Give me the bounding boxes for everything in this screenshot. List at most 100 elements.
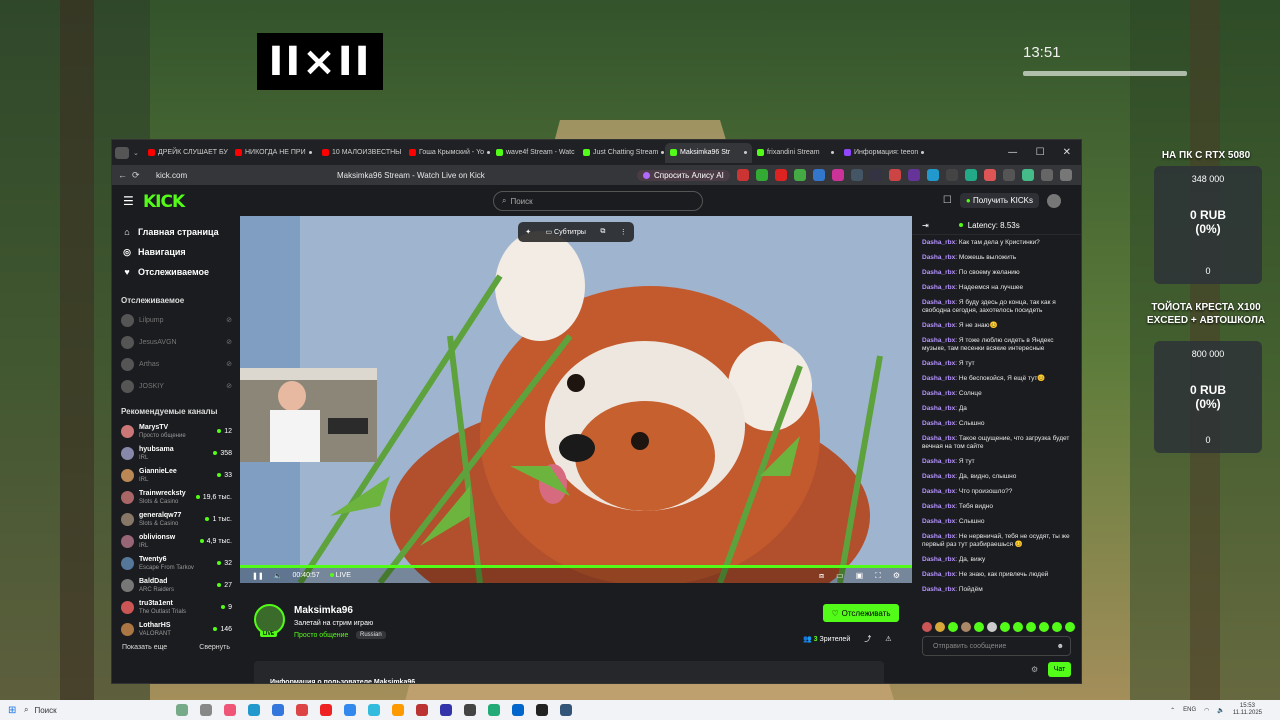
fullscreen-icon[interactable]: ⛶ (875, 571, 881, 581)
chat-username[interactable]: Dasha_rbx (922, 390, 955, 397)
windows-start-icon[interactable]: ⊞ (8, 705, 16, 716)
app-icon[interactable] (560, 704, 572, 716)
chat-username[interactable]: Dasha_rbx (922, 360, 955, 367)
browser-tab[interactable]: Maksimka96 Str (665, 142, 752, 163)
app-icon[interactable] (248, 704, 260, 716)
extension-icon[interactable] (1003, 169, 1015, 181)
browser-tab[interactable]: wave4f Stream - Watc (491, 143, 578, 163)
url-field[interactable]: kick.com (156, 171, 187, 180)
following-item[interactable]: JOSKIY ⊘ (112, 375, 240, 397)
chat-input[interactable]: Отправить сообщение ☻ (922, 636, 1071, 656)
chat-username[interactable]: Dasha_rbx (922, 473, 955, 480)
chat-username[interactable]: Dasha_rbx (922, 405, 955, 412)
chat-username[interactable]: Dasha_rbx (922, 299, 955, 306)
tab-close-icon[interactable] (921, 151, 925, 154)
app-icon[interactable] (344, 704, 356, 716)
emote-icon[interactable] (1013, 622, 1023, 632)
tab-close-icon[interactable] (744, 151, 747, 154)
browser-tab[interactable]: Гоша Крымский - Yo (404, 143, 491, 163)
chat-settings-icon[interactable]: ⚙ (1031, 665, 1038, 674)
tab-close-icon[interactable] (831, 151, 834, 154)
following-item[interactable]: Arthas ⊘ (112, 353, 240, 375)
chat-username[interactable]: Dasha_rbx (922, 435, 955, 442)
chat-username[interactable]: Dasha_rbx (922, 420, 955, 427)
extension-icon[interactable] (1060, 169, 1072, 181)
app-icon[interactable] (296, 704, 308, 716)
recommended-channel[interactable]: Trainwrecksty Slots & Casino 19,6 тыс. (112, 486, 240, 508)
emote-icon[interactable] (987, 622, 997, 632)
chat-username[interactable]: Dasha_rbx (922, 488, 955, 495)
share-icon[interactable]: ⤴ (864, 634, 871, 644)
browser-tab[interactable]: frixandini Stream (752, 143, 839, 163)
emote-icon[interactable] (1000, 622, 1010, 632)
chat-icon[interactable]: ☐ (943, 195, 952, 206)
chat-username[interactable]: Dasha_rbx (922, 322, 955, 329)
chat-username[interactable]: Dasha_rbx (922, 571, 955, 578)
recommended-channel[interactable]: Twenty6 Escape From Tarkov 32 (112, 552, 240, 574)
app-icon[interactable] (176, 704, 188, 716)
following-item[interactable]: JesusAVGN ⊘ (112, 331, 240, 353)
wifi-icon[interactable]: ◠ (1204, 707, 1209, 714)
extension-icon[interactable] (775, 169, 787, 181)
settings-icon[interactable]: ✦ (525, 228, 531, 236)
recommended-channel[interactable]: generalqw77 Slots & Casino 1 тыс. (112, 508, 240, 530)
settings-gear-icon[interactable]: ⚙ (893, 571, 900, 581)
chat-username[interactable]: Dasha_rbx (922, 533, 955, 540)
recommended-channel[interactable]: oblivionsw IRL 4,9 тыс. (112, 530, 240, 552)
tab-close-icon[interactable] (661, 151, 665, 154)
back-icon[interactable]: ← (118, 170, 132, 180)
recommended-channel[interactable]: MarysTV Просто общение 12 (112, 420, 240, 442)
app-icon[interactable] (416, 704, 428, 716)
alice-button[interactable]: Спросить Алису AI (637, 169, 730, 181)
pause-icon[interactable]: ❚❚ (252, 572, 264, 580)
emote-icon[interactable] (961, 622, 971, 632)
emote-icon[interactable] (935, 622, 945, 632)
extension-icon[interactable] (756, 169, 768, 181)
close-icon[interactable]: ✕ (1063, 147, 1071, 158)
chat-username[interactable]: Dasha_rbx (922, 503, 955, 510)
following-item[interactable]: Lilpump ⊘ (112, 309, 240, 331)
extension-icon[interactable] (1041, 169, 1053, 181)
chat-username[interactable]: Dasha_rbx (922, 518, 955, 525)
tab-close-icon[interactable] (487, 151, 491, 154)
emote-icon[interactable] (1065, 622, 1075, 632)
stream-category[interactable]: Просто общение (294, 632, 348, 639)
app-icon[interactable] (488, 704, 500, 716)
language-tag[interactable]: Russian (356, 631, 386, 639)
extension-icon[interactable] (984, 169, 996, 181)
recommended-channel[interactable]: GiannieLee IRL 33 (112, 464, 240, 486)
chevron-down-icon[interactable]: ⌄ (133, 149, 139, 157)
emote-icon[interactable] (1039, 622, 1049, 632)
app-icon[interactable] (224, 704, 236, 716)
chat-username[interactable]: Dasha_rbx (922, 239, 955, 246)
chat-username[interactable]: Dasha_rbx (922, 254, 955, 261)
search-input[interactable]: ⌕ Поиск (493, 191, 703, 211)
nav-following[interactable]: ♥ Отслеживаемое (112, 262, 240, 282)
streamer-name[interactable]: Maksimka96 (294, 605, 353, 616)
extension-icon[interactable] (965, 169, 977, 181)
minimize-icon[interactable]: — (1008, 147, 1018, 158)
taskbar-search[interactable]: ⌕ Поиск (24, 702, 146, 718)
extension-icon[interactable] (870, 169, 882, 181)
tab-close-icon[interactable] (309, 151, 312, 154)
about-section[interactable]: Информация о пользователе Maksimka96 (254, 661, 884, 683)
extension-icon[interactable] (794, 169, 806, 181)
collapse-button[interactable]: Свернуть (199, 644, 230, 651)
extension-icon[interactable] (832, 169, 844, 181)
language-indicator[interactable]: ENG (1183, 707, 1196, 713)
app-icon[interactable] (200, 704, 212, 716)
extension-icon[interactable] (813, 169, 825, 181)
emoji-icon[interactable]: ☻ (1057, 643, 1064, 650)
taskbar-clock[interactable]: 15:53 11.11.2025 (1233, 703, 1262, 717)
browser-menu-icon[interactable] (115, 146, 129, 159)
extension-icon[interactable] (946, 169, 958, 181)
follow-button[interactable]: ♡ Отслеживать (823, 604, 899, 622)
clip-icon[interactable]: ⧈ (819, 571, 824, 581)
emote-icon[interactable] (922, 622, 932, 632)
recommended-channel[interactable]: LotharHS VALORANT 146 (112, 618, 240, 640)
subtitles-button[interactable]: ▭ Субтитры (545, 228, 585, 236)
report-icon[interactable]: ⚠ (885, 635, 891, 643)
reload-icon[interactable]: ⟳ (132, 170, 146, 181)
pip-icon[interactable]: ⧉ (600, 228, 605, 236)
emote-icon[interactable] (1052, 622, 1062, 632)
